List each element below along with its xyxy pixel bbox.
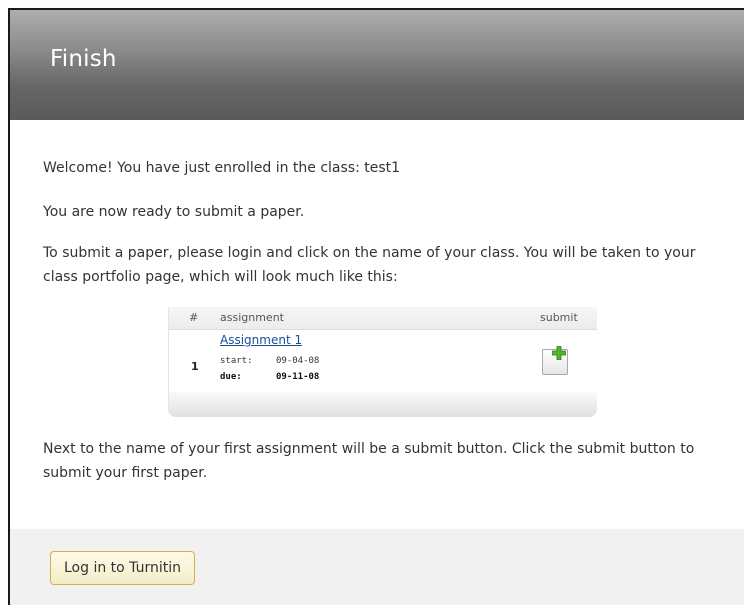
add-document-icon (552, 346, 566, 360)
dialog-content: Welcome! You have just enrolled in the c… (10, 120, 744, 530)
preview-col-num: # (189, 311, 199, 324)
preview-table-header: # assignment submit (169, 307, 597, 330)
preview-table-footer (168, 392, 597, 417)
ready-text: You are now ready to submit a paper. (43, 204, 305, 220)
preview-row-num: 1 (191, 360, 199, 373)
dialog-frame: Finish Welcome! You have just enrolled i… (8, 8, 744, 605)
next-text: Next to the name of your first assignmen… (43, 441, 695, 481)
dialog-footer: Log in to Turnitin (10, 529, 744, 605)
preview-col-submit: submit (540, 311, 578, 324)
dialog-title: Finish (50, 46, 117, 72)
instructions-text: To submit a paper, please login and clic… (43, 245, 696, 285)
login-button[interactable]: Log in to Turnitin (50, 551, 195, 585)
preview-start-value: 09-04-08 (276, 356, 320, 366)
preview-table: # assignment submit 1 Assignment 1 start… (168, 307, 597, 392)
portfolio-preview-image: # assignment submit 1 Assignment 1 start… (168, 307, 597, 417)
preview-submit-button[interactable] (542, 346, 568, 375)
preview-due-label: due: (220, 372, 242, 382)
preview-col-assignment: assignment (220, 311, 284, 324)
welcome-text: Welcome! You have just enrolled in the c… (43, 160, 401, 176)
dialog-header: Finish (10, 10, 744, 120)
preview-start-label: start: (220, 356, 253, 366)
preview-assignment-link[interactable]: Assignment 1 (220, 333, 302, 347)
table-row: 1 Assignment 1 start: 09-04-08 due: 09-1… (169, 330, 597, 392)
preview-due-value: 09-11-08 (276, 372, 320, 382)
